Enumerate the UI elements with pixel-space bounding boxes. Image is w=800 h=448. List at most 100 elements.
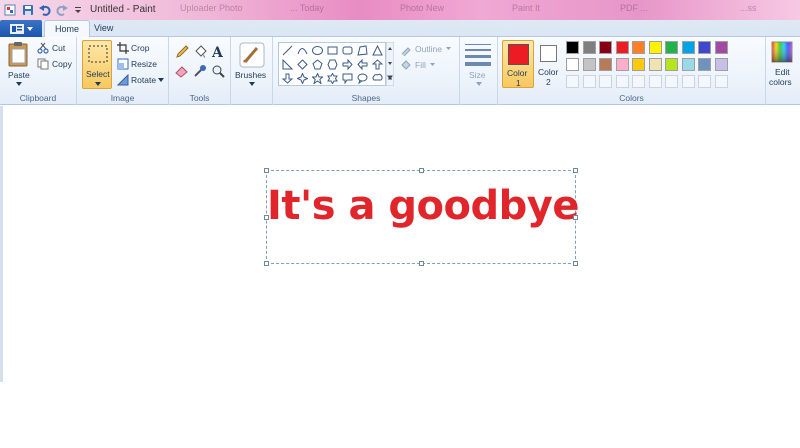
- rotate-icon[interactable]: [117, 74, 129, 86]
- size-lines-icon[interactable]: [465, 43, 491, 67]
- canvas-text[interactable]: It's a goodbye: [267, 183, 579, 229]
- color-swatch[interactable]: [648, 41, 662, 54]
- chevron-down-icon[interactable]: [430, 63, 435, 66]
- down-arrow-shape-icon[interactable]: [282, 73, 293, 84]
- edit-colors-label-2[interactable]: colors: [769, 77, 792, 87]
- color-swatch[interactable]: [566, 58, 579, 71]
- select-button[interactable]: Select: [82, 40, 112, 89]
- brush-icon[interactable]: [239, 42, 265, 68]
- custom-color-slot[interactable]: [681, 75, 695, 88]
- custom-color-slot[interactable]: [615, 75, 629, 88]
- fill-button[interactable]: Fill: [415, 60, 426, 70]
- rectangle-shape-icon[interactable]: [327, 45, 338, 56]
- resize-handle[interactable]: [264, 261, 269, 266]
- oval-callout-icon[interactable]: [357, 73, 368, 84]
- diamond-shape-icon[interactable]: [297, 59, 308, 70]
- outline-icon[interactable]: [400, 44, 412, 56]
- color-picker-icon[interactable]: [193, 64, 207, 78]
- color-swatch[interactable]: [665, 41, 678, 54]
- text-selection-box[interactable]: It's a goodbye: [264, 168, 579, 266]
- resize-handle[interactable]: [264, 215, 269, 220]
- up-arrow-shape-icon[interactable]: [372, 59, 383, 70]
- right-arrow-shape-icon[interactable]: [342, 59, 353, 70]
- color1-button[interactable]: Color 1: [502, 40, 534, 88]
- color-swatch[interactable]: [698, 58, 711, 71]
- copy-icon[interactable]: [37, 58, 49, 70]
- cloud-callout-icon[interactable]: [372, 73, 383, 84]
- resize-handle[interactable]: [573, 168, 578, 173]
- tab-view[interactable]: View: [84, 20, 123, 38]
- color-swatch[interactable]: [714, 58, 728, 71]
- custom-color-slot[interactable]: [632, 75, 645, 88]
- custom-color-slot[interactable]: [566, 75, 579, 88]
- left-arrow-shape-icon[interactable]: [357, 59, 368, 70]
- polygon-shape-icon[interactable]: [357, 45, 368, 56]
- rounded-rectangle-shape-icon[interactable]: [342, 45, 353, 56]
- curve-shape-icon[interactable]: [297, 45, 308, 56]
- rect-callout-icon[interactable]: [342, 73, 353, 84]
- canvas-workspace[interactable]: [0, 106, 800, 448]
- five-point-star-icon[interactable]: [312, 73, 323, 84]
- color2-button[interactable]: Color 2: [536, 40, 562, 88]
- custom-color-slot[interactable]: [582, 75, 596, 88]
- edit-colors-icon[interactable]: [771, 41, 793, 63]
- color-swatch[interactable]: [599, 58, 612, 71]
- copy-button[interactable]: Copy: [52, 59, 72, 69]
- color-swatch[interactable]: [714, 41, 728, 54]
- color-swatch[interactable]: [632, 41, 645, 54]
- chevron-down-icon[interactable]: [249, 82, 255, 86]
- pencil-icon[interactable]: [175, 45, 189, 59]
- crop-icon[interactable]: [117, 42, 129, 54]
- color-swatch[interactable]: [566, 41, 579, 54]
- color-swatch[interactable]: [698, 41, 711, 54]
- six-point-star-icon[interactable]: [327, 73, 338, 84]
- eraser-icon[interactable]: [175, 64, 189, 78]
- color-swatch[interactable]: [681, 58, 695, 71]
- resize-handle[interactable]: [264, 168, 269, 173]
- color-swatch[interactable]: [632, 58, 645, 71]
- scissors-icon[interactable]: [37, 42, 49, 54]
- four-point-star-icon[interactable]: [297, 73, 308, 84]
- right-triangle-shape-icon[interactable]: [282, 59, 293, 70]
- resize-handle[interactable]: [573, 215, 578, 220]
- triangle-shape-icon[interactable]: [372, 45, 383, 56]
- save-icon[interactable]: [21, 3, 35, 17]
- resize-icon[interactable]: [117, 58, 129, 70]
- size-button[interactable]: Size: [469, 70, 486, 80]
- custom-color-slot[interactable]: [698, 75, 711, 88]
- pentagon-shape-icon[interactable]: [312, 59, 323, 70]
- oval-shape-icon[interactable]: [312, 45, 323, 56]
- custom-color-slot[interactable]: [648, 75, 662, 88]
- custom-color-slot[interactable]: [599, 75, 612, 88]
- color-swatch[interactable]: [582, 58, 596, 71]
- line-shape-icon[interactable]: [282, 45, 293, 56]
- brushes-button[interactable]: Brushes: [235, 70, 266, 80]
- outline-button[interactable]: Outline: [415, 44, 442, 54]
- resize-handle[interactable]: [419, 168, 424, 173]
- color-swatch[interactable]: [665, 58, 678, 71]
- redo-icon[interactable]: [55, 3, 69, 17]
- resize-button[interactable]: Resize: [131, 59, 157, 69]
- undo-icon[interactable]: [38, 3, 52, 17]
- fill-bucket-icon[interactable]: [193, 45, 207, 59]
- color-swatch[interactable]: [681, 41, 695, 54]
- chevron-down-icon[interactable]: [16, 82, 22, 86]
- resize-handle[interactable]: [419, 261, 424, 266]
- custom-color-slot[interactable]: [665, 75, 678, 88]
- chevron-down-icon[interactable]: [446, 47, 451, 50]
- resize-handle[interactable]: [573, 261, 578, 266]
- rotate-button[interactable]: Rotate: [131, 75, 156, 85]
- color-swatch[interactable]: [599, 41, 612, 54]
- customize-toolbar-icon[interactable]: [71, 3, 85, 17]
- color-swatch[interactable]: [615, 58, 629, 71]
- magnifier-icon[interactable]: [211, 64, 225, 78]
- edit-colors-label[interactable]: Edit: [775, 67, 790, 77]
- cut-button[interactable]: Cut: [52, 43, 65, 53]
- crop-button[interactable]: Crop: [131, 43, 149, 53]
- paste-label[interactable]: Paste: [8, 70, 30, 80]
- paste-button[interactable]: [6, 41, 30, 71]
- paint-menu-button[interactable]: [0, 20, 42, 37]
- chevron-down-icon[interactable]: [476, 82, 482, 86]
- custom-color-slot[interactable]: [714, 75, 728, 88]
- hexagon-shape-icon[interactable]: [327, 59, 338, 70]
